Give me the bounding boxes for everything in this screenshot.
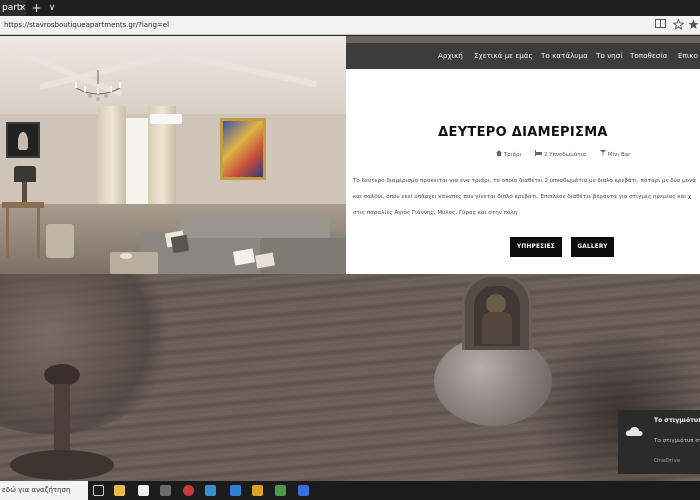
windows-taskbar: εδώ για αναζήτηση xyxy=(0,481,700,500)
notification-body: Το στιγμιότυπ στο OneDrive. xyxy=(654,438,700,444)
web-page: Αρχική Σχετικά με εμάς Το κατάλυμα Το νη… xyxy=(0,36,700,481)
onedrive-cloud-icon xyxy=(625,426,643,436)
onedrive-notification[interactable]: Το στιγμιότυπ αποθηκεύτηκ Το στιγμιότυπ … xyxy=(618,410,700,474)
feature-bar-label: Μίνι Bar xyxy=(607,152,631,158)
apartment-info-panel: ΔΕΥΤΕΡΟ ΔΙΑΜΕΡΙΣΜΑ Τριάρι 2 Υπνοδωμάτια … xyxy=(346,69,700,274)
services-button[interactable]: ΥΠΗΡΕΣΙΕΣ xyxy=(510,237,562,257)
nav-link-about[interactable]: Σχετικά με εμάς xyxy=(474,43,533,69)
glass-stem-shaft xyxy=(54,384,70,454)
feature-rooms: Τριάρι xyxy=(496,150,529,158)
browser-tab-strip: partı × + ∨ xyxy=(0,0,700,16)
gallery-button[interactable]: GALLERY xyxy=(571,237,614,257)
task-view-icon[interactable] xyxy=(93,485,104,496)
lamp-shade xyxy=(14,166,36,182)
home-icon xyxy=(496,150,502,156)
table-leg xyxy=(37,208,40,258)
glass-bowl xyxy=(0,274,180,434)
feature-bar: Μίνι Bar xyxy=(599,150,636,158)
nav-link-accommodation[interactable]: Το κατάλυμα xyxy=(541,43,588,69)
apartment-description: Το δεύτερο διαμέρισμα πρόκειται για ένα … xyxy=(353,173,700,221)
feature-bedrooms: 2 Υπνοδωμάτια xyxy=(535,150,594,158)
app-icon[interactable] xyxy=(252,485,263,496)
feature-bedrooms-label: 2 Υπνοδωμάτια xyxy=(543,152,587,158)
description-line: στις παραλίες Άγιος Γιάννης, Μύλος, Γύρα… xyxy=(353,210,518,216)
taskbar-search-box[interactable]: εδώ για αναζήτηση xyxy=(0,481,88,500)
sofa-back xyxy=(180,214,330,238)
camera-icon[interactable] xyxy=(160,485,171,496)
store-icon[interactable] xyxy=(275,485,286,496)
nav-link-home[interactable]: Αρχική xyxy=(438,43,463,69)
wall-painting xyxy=(220,118,266,180)
apartment-photo xyxy=(0,36,346,274)
religious-icon xyxy=(474,286,520,346)
tab-close-icon[interactable]: × xyxy=(17,0,28,16)
file-explorer-icon[interactable] xyxy=(114,485,125,496)
chandelier xyxy=(75,70,121,101)
glass-stem xyxy=(44,364,80,386)
app-icon[interactable] xyxy=(183,485,194,496)
notification-source: OneDrive xyxy=(654,458,681,464)
apartment-title: ΔΕΥΤΕΡΟ ΔΙΑΜΕΡΙΣΜΑ xyxy=(438,125,608,140)
edge-browser-icon[interactable] xyxy=(230,485,241,496)
new-tab-icon[interactable]: + xyxy=(31,0,42,16)
notification-title: Το στιγμιότυπ αποθηκεύτηκ xyxy=(654,417,700,424)
nav-link-location[interactable]: Τοποθεσία xyxy=(630,43,668,69)
background-photo xyxy=(0,274,700,481)
apartment-features: Τριάρι 2 Υπνοδωμάτια Μίνι Bar xyxy=(496,150,642,160)
wall-picture xyxy=(6,122,40,158)
url-input[interactable]: https://stavrosboutiqueapartments.gr/?la… xyxy=(4,16,169,35)
description-line: Το δεύτερο διαμέρισμα πρόκειται για ένα … xyxy=(353,178,696,184)
armchair xyxy=(46,224,74,258)
reading-view-icon[interactable] xyxy=(654,19,667,32)
nav-link-contact[interactable]: Επικο xyxy=(678,43,698,69)
description-line: και σαλόνι, όπου εκεί υπάρχει καναπές πο… xyxy=(353,194,692,200)
app-icon[interactable] xyxy=(298,485,309,496)
notepad-icon[interactable] xyxy=(138,485,149,496)
mail-icon[interactable] xyxy=(205,485,216,496)
pillow xyxy=(170,234,190,254)
glass-base xyxy=(10,450,114,480)
coffee-table xyxy=(110,252,158,274)
browser-address-bar: https://stavrosboutiqueapartments.gr/?la… xyxy=(0,16,700,35)
site-navigation: Αρχική Σχετικά με εμάς Το κατάλυμα Το νη… xyxy=(346,43,700,69)
table-leg xyxy=(6,208,9,258)
favorite-star-icon[interactable] xyxy=(672,18,685,32)
bed-icon xyxy=(535,150,543,156)
nav-link-island[interactable]: Το νησί xyxy=(596,43,623,69)
lamp-stand xyxy=(22,182,27,204)
glass-icon xyxy=(599,150,606,156)
tab-list-chevron-icon[interactable]: ∨ xyxy=(47,0,57,16)
air-conditioner xyxy=(150,114,182,124)
feature-rooms-label: Τριάρι xyxy=(503,152,522,158)
favorites-icon[interactable] xyxy=(687,19,700,32)
bowl xyxy=(120,253,132,259)
